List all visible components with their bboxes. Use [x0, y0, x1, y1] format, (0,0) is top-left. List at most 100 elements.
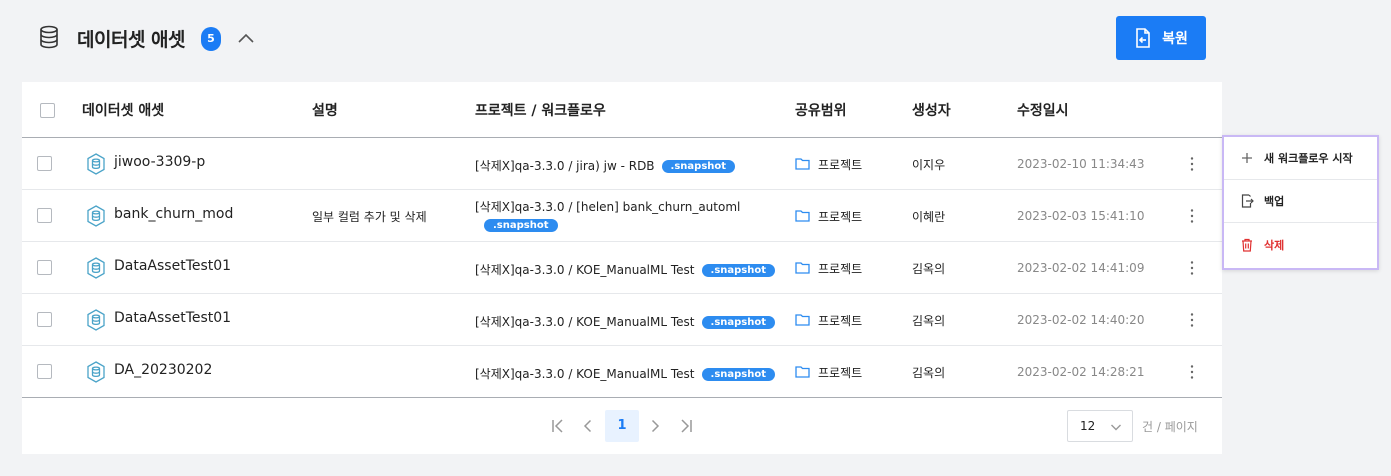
project-path: [삭제X]qa-3.3.0 / [helen] bank_churn_autom… — [475, 200, 741, 214]
row-context-menu: 새 워크플로우 시작 백업 삭제 — [1222, 135, 1379, 270]
share-scope: 프로젝트 — [818, 366, 863, 380]
project-path: [삭제X]qa-3.3.0 / KOE_ManualML Test — [475, 263, 695, 277]
share-scope: 프로젝트 — [818, 314, 863, 328]
project-path: [삭제X]qa-3.3.0 / KOE_ManualML Test — [475, 315, 695, 329]
dataset-asset-icon — [87, 205, 105, 227]
modified-date: 2023-02-02 14:40:20 — [1017, 313, 1145, 327]
menu-item-new-workflow[interactable]: 새 워크플로우 시작 — [1224, 137, 1377, 180]
asset-name-link[interactable]: DataAssetTest01 — [114, 310, 231, 326]
folder-icon — [795, 314, 810, 326]
page-size-select[interactable]: 12 — [1067, 410, 1133, 442]
project-path: [삭제X]qa-3.3.0 / jira) jw - RDB — [475, 159, 655, 173]
snapshot-tag: .snapshot — [701, 264, 776, 277]
modified-date: 2023-02-02 14:28:21 — [1017, 365, 1145, 379]
table-header: 데이터셋 애셋 설명 프로젝트 / 워크플로우 공유범위 생성자 수정일시 — [22, 82, 1222, 138]
page-title: 데이터셋 애셋 — [77, 29, 186, 51]
table-row[interactable]: jiwoo-3309-p [삭제X]qa-3.3.0 / jira) jw - … — [22, 138, 1222, 190]
column-header-name[interactable]: 데이터셋 애셋 — [82, 100, 164, 120]
menu-item-label: 삭제 — [1264, 238, 1285, 252]
creator-name: 이지우 — [912, 158, 946, 172]
page-number-current[interactable]: 1 — [605, 410, 639, 442]
folder-icon — [795, 262, 810, 274]
folder-icon — [795, 210, 810, 222]
chevron-right-icon — [651, 419, 660, 433]
asset-name-link[interactable]: bank_churn_mod — [114, 206, 233, 222]
last-page-button[interactable] — [673, 410, 699, 442]
modified-date: 2023-02-10 11:34:43 — [1017, 157, 1145, 171]
next-page-button[interactable] — [642, 410, 668, 442]
project-workflow: [삭제X]qa-3.3.0 / KOE_ManualML Test .snapsh… — [475, 313, 776, 330]
share-scope: 프로젝트 — [818, 262, 863, 276]
last-page-icon — [681, 419, 692, 433]
import-file-icon — [1136, 28, 1150, 48]
plus-icon — [1242, 153, 1252, 163]
database-icon — [40, 25, 58, 49]
modified-date: 2023-02-02 14:41:09 — [1017, 261, 1145, 275]
row-checkbox[interactable] — [37, 260, 52, 275]
asset-name-link[interactable]: jiwoo-3309-p — [114, 154, 205, 170]
snapshot-tag: .snapshot — [701, 316, 776, 329]
export-icon — [1241, 194, 1254, 208]
trash-icon — [1242, 238, 1252, 252]
project-workflow: [삭제X]qa-3.3.0 / [helen] bank_churn_autom… — [475, 198, 740, 232]
dataset-asset-icon — [87, 153, 105, 175]
table-row[interactable]: DA_20230202 [삭제X]qa-3.3.0 / KOE_ManualML… — [22, 346, 1222, 398]
chevron-left-icon — [583, 419, 592, 433]
more-vertical-icon[interactable] — [1184, 311, 1200, 329]
table-row[interactable]: DataAssetTest01 [삭제X]qa-3.3.0 / KOE_Manu… — [22, 294, 1222, 346]
folder-icon — [795, 366, 810, 378]
creator-name: 이혜란 — [912, 210, 946, 224]
snapshot-tag: .snapshot — [701, 368, 776, 381]
column-header-creator: 생성자 — [912, 103, 951, 119]
modified-date: 2023-02-03 15:41:10 — [1017, 209, 1145, 223]
select-all-checkbox[interactable] — [40, 103, 55, 118]
menu-item-backup[interactable]: 백업 — [1224, 180, 1377, 223]
menu-item-delete[interactable]: 삭제 — [1224, 223, 1377, 266]
count-badge: 5 — [201, 27, 221, 51]
row-checkbox[interactable] — [37, 208, 52, 223]
table-row[interactable]: DataAssetTest01 [삭제X]qa-3.3.0 / KOE_Manu… — [22, 242, 1222, 294]
column-header-modified[interactable]: 수정일시 — [1017, 100, 1069, 120]
first-page-button[interactable] — [545, 410, 571, 442]
page-size-value: 12 — [1080, 419, 1096, 433]
more-vertical-icon[interactable] — [1184, 207, 1200, 225]
snapshot-tag: .snapshot — [661, 160, 736, 173]
creator-name: 김옥의 — [912, 262, 946, 276]
first-page-icon — [552, 419, 563, 433]
menu-item-label: 백업 — [1264, 195, 1285, 208]
folder-icon — [795, 158, 810, 170]
more-vertical-icon[interactable] — [1184, 363, 1200, 381]
row-checkbox[interactable] — [37, 364, 52, 379]
project-path: [삭제X]qa-3.3.0 / KOE_ManualML Test — [475, 367, 695, 381]
asset-name-link[interactable]: DataAssetTest01 — [114, 258, 231, 274]
column-header-share: 공유범위 — [795, 103, 847, 119]
project-workflow: [삭제X]qa-3.3.0 / jira) jw - RDB .snapshot — [475, 157, 736, 174]
menu-item-label: 새 워크플로우 시작 — [1264, 152, 1353, 165]
restore-button[interactable]: 복원 — [1116, 16, 1206, 60]
share-scope: 프로젝트 — [818, 158, 863, 172]
chevron-up-icon[interactable] — [236, 31, 256, 45]
prev-page-button[interactable] — [575, 410, 601, 442]
dataset-asset-icon — [87, 309, 105, 331]
more-vertical-icon[interactable] — [1184, 259, 1200, 277]
restore-button-label: 복원 — [1162, 31, 1188, 47]
section-header: 데이터셋 애셋 5 복원 — [22, 0, 1222, 78]
creator-name: 김옥의 — [912, 314, 946, 328]
dataset-asset-icon — [87, 257, 105, 279]
asset-name-link[interactable]: DA_20230202 — [114, 362, 212, 378]
row-checkbox[interactable] — [37, 156, 52, 171]
creator-name: 김옥의 — [912, 366, 946, 380]
per-page-label: 건 / 페이지 — [1142, 420, 1198, 434]
more-vertical-icon[interactable] — [1184, 155, 1200, 173]
row-checkbox[interactable] — [37, 312, 52, 327]
project-workflow: [삭제X]qa-3.3.0 / KOE_ManualML Test .snapsh… — [475, 261, 776, 278]
column-header-project: 프로젝트 / 워크플로우 — [475, 103, 606, 119]
asset-description: 일부 컬럼 추가 및 삭제 — [312, 210, 427, 224]
table-row[interactable]: bank_churn_mod 일부 컬럼 추가 및 삭제 [삭제X]qa-3.3… — [22, 190, 1222, 242]
dataset-table: 데이터셋 애셋 설명 프로젝트 / 워크플로우 공유범위 생성자 수정일시 ji… — [22, 82, 1222, 454]
share-scope: 프로젝트 — [818, 210, 863, 224]
chevron-down-icon — [1111, 424, 1121, 431]
snapshot-tag: .snapshot — [484, 219, 558, 232]
pagination: 1 12 건 / 페이지 — [22, 398, 1222, 454]
project-workflow: [삭제X]qa-3.3.0 / KOE_ManualML Test .snapsh… — [475, 365, 776, 382]
